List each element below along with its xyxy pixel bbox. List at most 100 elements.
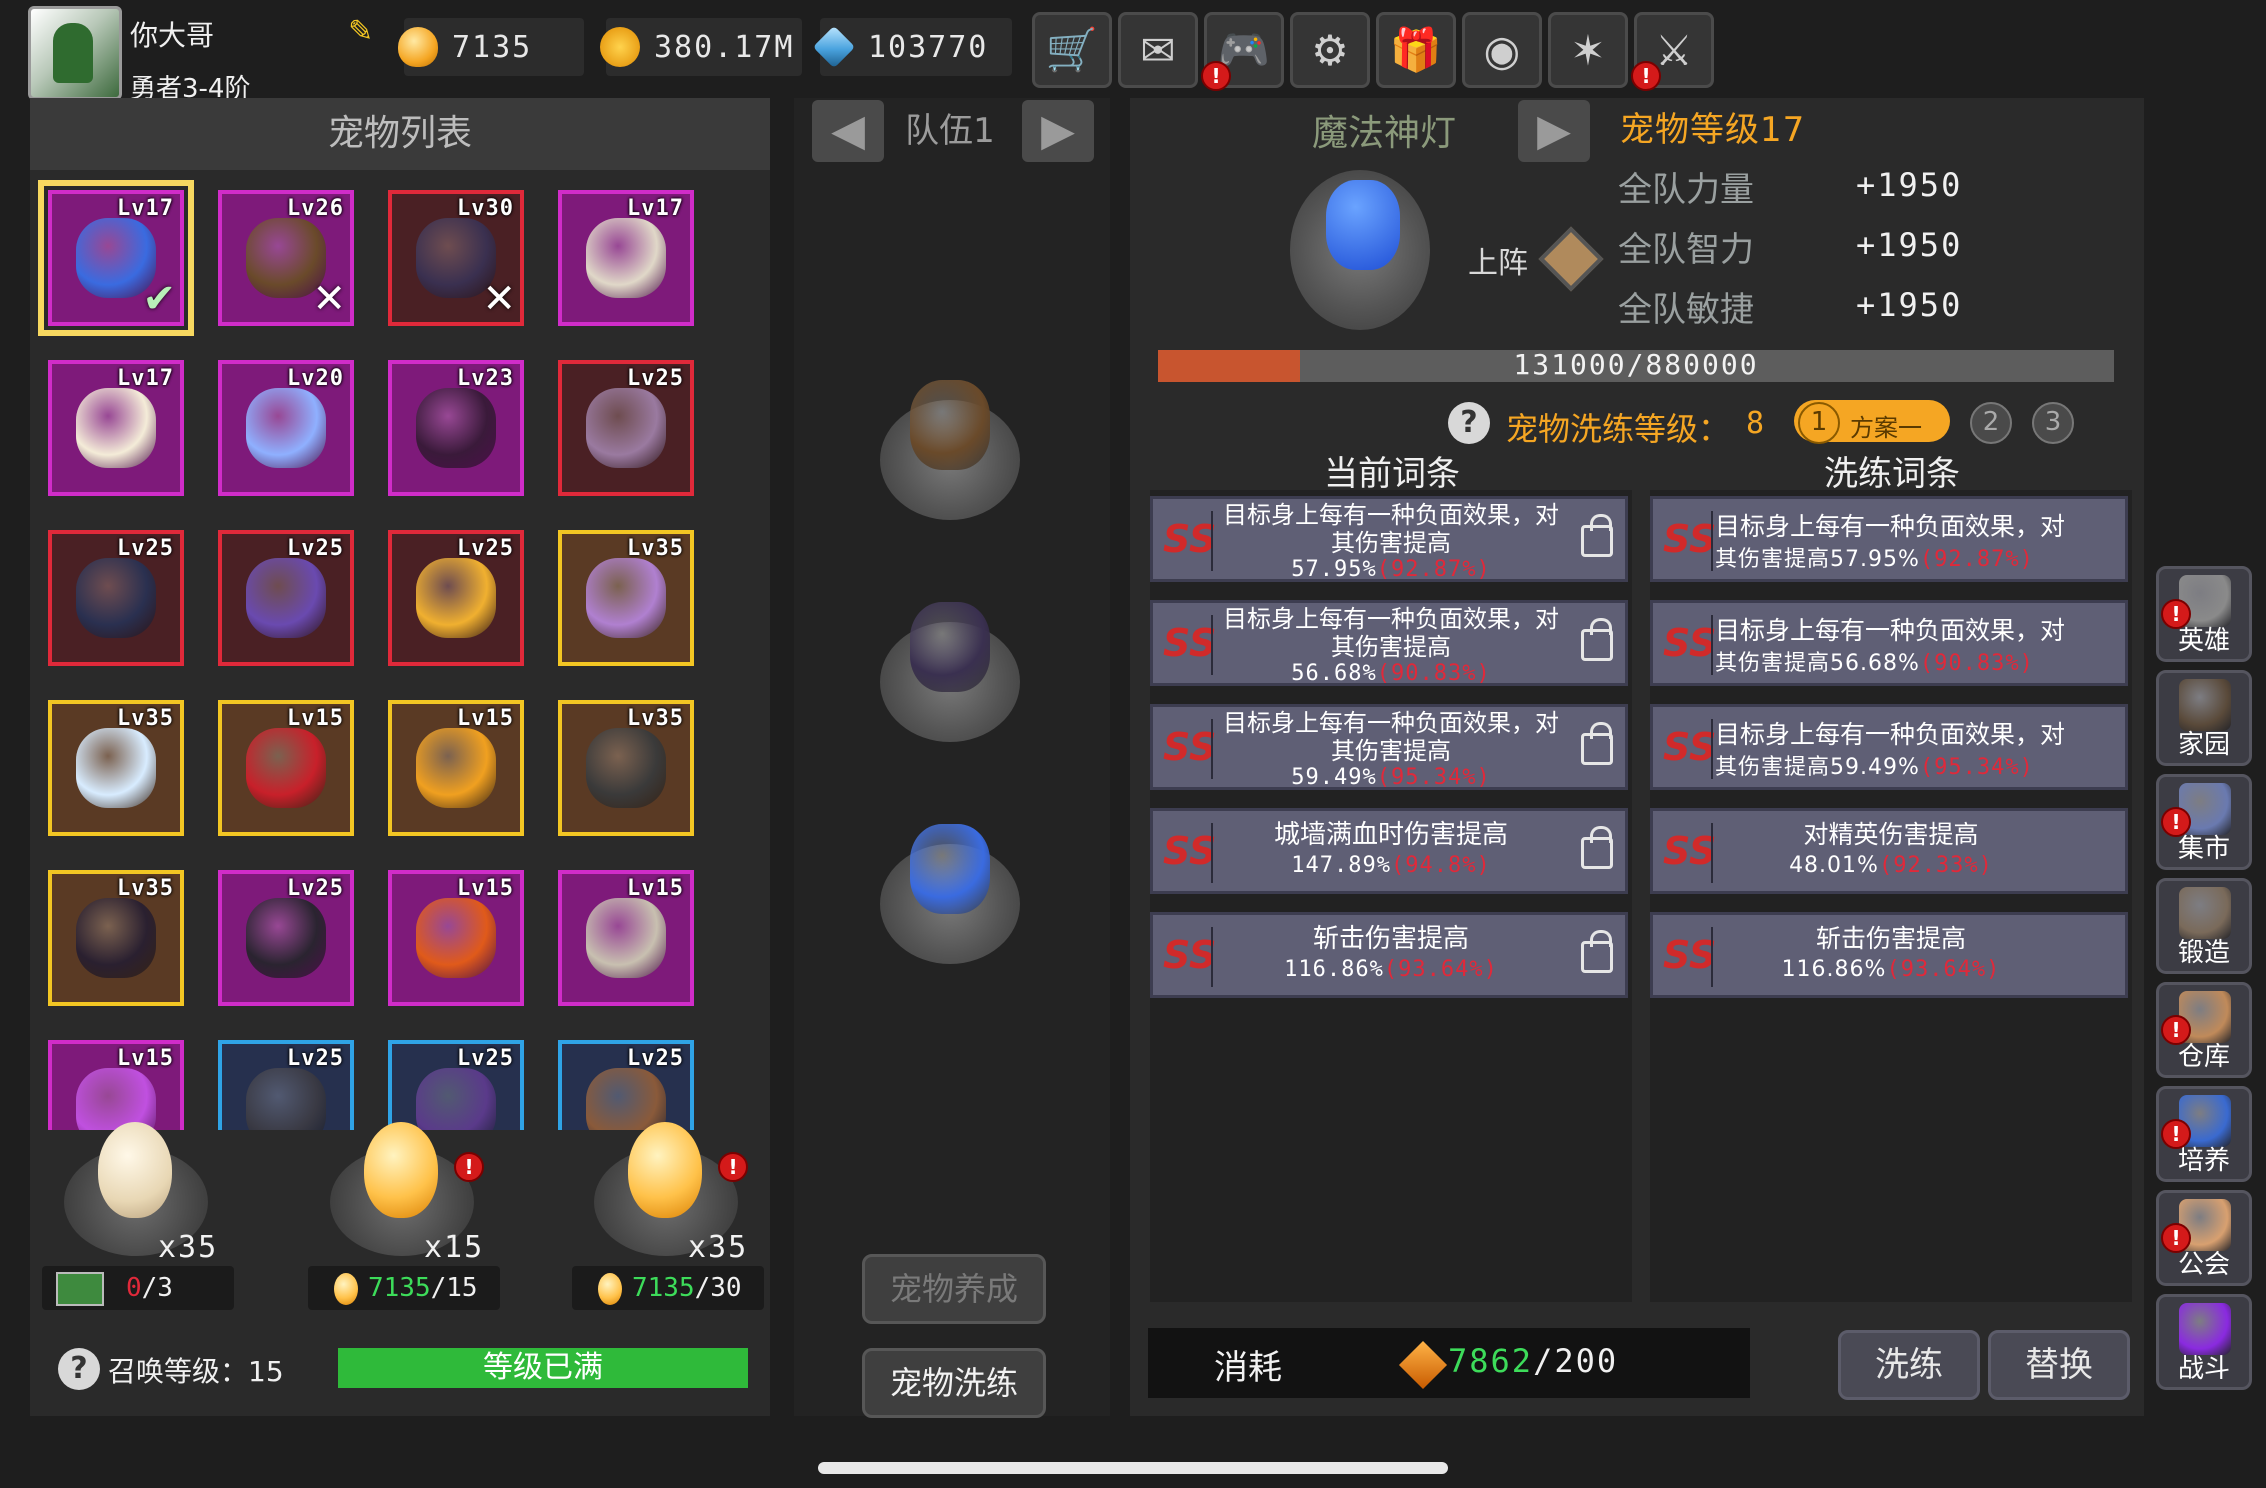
- pet-card[interactable]: Lv30 ✕: [388, 190, 524, 326]
- unlock-icon[interactable]: [1581, 514, 1613, 557]
- pet-nurture-button[interactable]: 宠物养成: [862, 1254, 1046, 1324]
- plan-label: 方案一: [1850, 414, 1922, 442]
- pet-card[interactable]: Lv25: [218, 530, 354, 666]
- side-nav-label: 战斗: [2177, 1354, 2230, 1384]
- attribute-text: 城墙满血时伤害提高: [1273, 820, 1508, 850]
- next-pet-button[interactable]: ▶: [1518, 100, 1590, 162]
- pet-card[interactable]: Lv15: [218, 700, 354, 836]
- pet-card[interactable]: Lv25: [48, 530, 184, 666]
- team-next-button[interactable]: ▶: [1022, 100, 1094, 162]
- pet-card[interactable]: Lv25: [558, 360, 694, 496]
- replace-button[interactable]: 替换: [1988, 1330, 2130, 1400]
- plan-two-tab[interactable]: 2: [1970, 402, 2012, 444]
- grade-ss-icon: SS: [1663, 725, 1717, 769]
- color-wheel-button[interactable]: ◉: [1462, 12, 1542, 88]
- stat-value: +1950: [1856, 286, 1963, 324]
- attribute-value: 56.68%(90.83%): [1217, 661, 1565, 686]
- gamepad-button[interactable]: 🎮!: [1201, 12, 1284, 91]
- pet-level-badge: Lv35: [627, 706, 684, 731]
- summon-egg[interactable]: [628, 1122, 702, 1218]
- attribute-percent: (92.33%): [1878, 853, 1993, 878]
- edit-icon[interactable]: ✎: [348, 16, 380, 48]
- pet-card[interactable]: Lv15: [388, 870, 524, 1006]
- egg-cost[interactable]: 7135/30: [572, 1266, 764, 1310]
- side-nav-guild[interactable]: 公会!: [2156, 1190, 2252, 1286]
- pet-card[interactable]: Lv25: [218, 870, 354, 1006]
- pet-card[interactable]: Lv35: [558, 700, 694, 836]
- gold-value: 7135: [452, 29, 533, 65]
- help-icon[interactable]: ?: [58, 1348, 100, 1390]
- pet-card[interactable]: Lv25: [388, 530, 524, 666]
- team-slot[interactable]: [880, 824, 1020, 964]
- alert-icon: !: [718, 1152, 748, 1182]
- unlock-icon[interactable]: [1581, 722, 1613, 765]
- coin-resource[interactable]: 380.17M: [600, 18, 802, 76]
- player-name: 你大哥: [130, 19, 215, 52]
- egg-cost-current: 7135: [368, 1273, 431, 1303]
- pet-card[interactable]: Lv25: [558, 1040, 694, 1130]
- egg-cost-total: /3: [141, 1273, 173, 1303]
- pet-card[interactable]: Lv35: [48, 700, 184, 836]
- pet-card[interactable]: Lv15: [558, 870, 694, 1006]
- grade-ss-icon: SS: [1163, 725, 1217, 769]
- mail-button[interactable]: ✉: [1118, 12, 1198, 88]
- team-slot[interactable]: [880, 602, 1020, 742]
- pet-card[interactable]: Lv15: [48, 1040, 184, 1130]
- feather-button[interactable]: ✶: [1548, 12, 1628, 88]
- refine-button[interactable]: 洗练: [1838, 1330, 1980, 1400]
- grade-ss-icon: SS: [1163, 517, 1217, 561]
- pet-level-badge: Lv17: [117, 196, 174, 221]
- unlock-icon[interactable]: [1581, 930, 1613, 973]
- pet-card[interactable]: Lv17: [558, 190, 694, 326]
- cart-icon: 🛒: [1045, 25, 1099, 74]
- pet-card[interactable]: Lv26 ✕: [218, 190, 354, 326]
- pet-card[interactable]: Lv35: [48, 870, 184, 1006]
- pet-card[interactable]: Lv23: [388, 360, 524, 496]
- alert-icon: !: [2161, 1015, 2191, 1045]
- help-icon[interactable]: ?: [1448, 402, 1490, 444]
- home-indicator[interactable]: [818, 1462, 1448, 1474]
- pet-grid[interactable]: Lv17 ✔ Lv26 ✕ Lv30 ✕ Lv17 Lv17 Lv20 Lv23 Lv25 Lv25 L…: [36, 176, 766, 1130]
- mail-icon: ✉: [1140, 25, 1176, 75]
- pet-sprite: [586, 388, 666, 468]
- pet-card[interactable]: Lv20: [218, 360, 354, 496]
- side-nav-portal[interactable]: 战斗: [2156, 1294, 2252, 1390]
- pet-card[interactable]: Lv17: [48, 360, 184, 496]
- gem-value: 103770: [868, 29, 989, 65]
- pet-sprite: [76, 1068, 156, 1130]
- plan-three-tab[interactable]: 3: [2032, 402, 2074, 444]
- side-nav-warehouse[interactable]: 仓库!: [2156, 982, 2252, 1078]
- team-slot[interactable]: [880, 380, 1020, 520]
- pet-card[interactable]: Lv25: [388, 1040, 524, 1130]
- unlock-icon[interactable]: [1581, 826, 1613, 869]
- summon-egg[interactable]: [98, 1122, 172, 1218]
- summon-egg[interactable]: [364, 1122, 438, 1218]
- attribute-row: SS目标身上每有一种负面效果，对其伤害提高59.49%(95.34%): [1650, 704, 2128, 790]
- side-nav-helmet[interactable]: 英雄!: [2156, 566, 2252, 662]
- pet-card[interactable]: Lv25: [218, 1040, 354, 1130]
- attribute-value: 48.01%(92.33%): [1717, 853, 2065, 878]
- egg-cost[interactable]: 0/3: [42, 1266, 234, 1310]
- gift-button[interactable]: 🎁: [1376, 12, 1456, 88]
- pet-card[interactable]: Lv35: [558, 530, 694, 666]
- attribute-row: SS目标身上每有一种负面效果，对其伤害提高59.49%(95.34%): [1150, 704, 1628, 790]
- gear-button[interactable]: ⚙: [1290, 12, 1370, 88]
- side-nav-shop[interactable]: 集市!: [2156, 774, 2252, 870]
- pet-name: 魔法神灯: [1311, 113, 1456, 154]
- side-nav-trophy[interactable]: 培养!: [2156, 1086, 2252, 1182]
- side-nav-anvil[interactable]: 锻造: [2156, 878, 2252, 974]
- attribute-percent: (90.83%): [1919, 651, 2034, 676]
- refine-attrs-heading: 洗练词条: [1824, 454, 1960, 494]
- unlock-icon[interactable]: [1581, 618, 1613, 661]
- team-prev-button[interactable]: ◀: [812, 100, 884, 162]
- pet-card[interactable]: Lv15: [388, 700, 524, 836]
- pet-refine-button[interactable]: 宠物洗练: [862, 1348, 1046, 1418]
- egg-cost[interactable]: 7135/15: [308, 1266, 500, 1310]
- pet-card[interactable]: Lv17 ✔: [38, 180, 194, 336]
- side-nav-castle[interactable]: 家园: [2156, 670, 2252, 766]
- player-avatar[interactable]: [28, 6, 122, 100]
- crossed-swords-button[interactable]: ⚔!: [1631, 12, 1714, 91]
- cart-button[interactable]: 🛒: [1032, 12, 1112, 88]
- pet-level-badge: Lv25: [457, 1046, 514, 1071]
- pet-sprite: [76, 388, 156, 468]
